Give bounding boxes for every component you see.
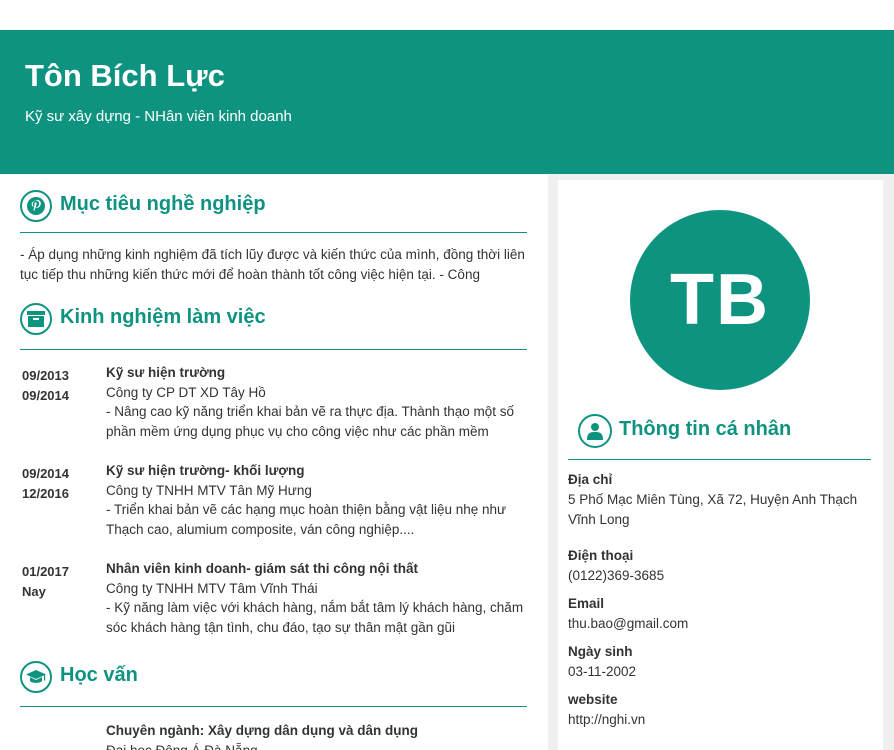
experience-role: Nhân viên kinh doanh- giám sát thi công …: [106, 561, 419, 576]
objective-divider: [20, 232, 527, 233]
dob-value: 03-11-2002: [568, 664, 637, 679]
experience-divider: [20, 349, 527, 350]
personal-info-title: Thông tin cá nhân: [619, 418, 792, 440]
experience-start-date: 09/2014: [22, 466, 69, 481]
dob-label: Ngày sinh: [568, 644, 633, 659]
experience-description: - Triển khai bản vẽ các hạng mục hoàn th…: [106, 502, 507, 537]
experience-role: Kỹ sư hiện trường- khối lượng: [106, 463, 305, 478]
dob-field: Ngày sinh 03-11-2002: [568, 642, 878, 682]
experience-description: - Nâng cao kỹ năng triển khai bản vẽ ra …: [106, 404, 515, 439]
experience-end-date: Nay: [22, 584, 46, 599]
experience-company: Công ty TNHH MTV Tân Mỹ Hưng: [106, 482, 312, 498]
experience-role: Kỹ sư hiện trường: [106, 365, 226, 380]
candidate-name: Tôn Bích Lực: [25, 58, 225, 93]
objective-text: - Áp dụng những kinh nghiệm đã tích lũy …: [20, 247, 525, 282]
personal-info-header: Thông tin cá nhân: [578, 414, 878, 448]
education-school: Đại học Đông Á Đà Nẵng: [106, 742, 258, 750]
education-section-header: Học vấn: [20, 661, 527, 693]
header-banner: Tôn Bích Lực Kỹ sư xây dựng - NHân viên …: [0, 30, 894, 174]
education-title: Học vấn: [60, 664, 138, 686]
address-value: 5 Phố Mạc Miên Tùng, Xã 72, Huyện Anh Th…: [568, 492, 858, 527]
graduation-cap-icon: [20, 661, 52, 693]
candidate-title: Kỹ sư xây dựng - NHân viên kinh doanh: [25, 108, 292, 125]
experience-end-date: 09/2014: [22, 388, 69, 403]
website-label: website: [568, 692, 618, 707]
address-label: Địa chỉ: [568, 472, 613, 487]
avatar: TB: [630, 210, 810, 390]
website-value: http://nghi.vn: [568, 712, 646, 727]
phone-value: (0122)369-3685: [568, 568, 665, 583]
email-value: thu.bao@gmail.com: [568, 616, 689, 631]
objective-section-header: Mục tiêu nghề nghiệp: [20, 190, 527, 222]
address-field: Địa chỉ 5 Phố Mạc Miên Tùng, Xã 72, Huyệ…: [568, 470, 878, 530]
user-icon: [578, 414, 612, 448]
personal-info-divider: [568, 459, 871, 460]
objective-title: Mục tiêu nghề nghiệp: [60, 193, 266, 215]
experience-company: Công ty TNHH MTV Tâm Vĩnh Thái: [106, 580, 318, 596]
experience-section-header: Kinh nghiệm làm việc: [20, 303, 527, 335]
education-item: Chuyên ngành: Xây dựng dân dụng và dân d…: [106, 721, 526, 750]
email-field: Email thu.bao@gmail.com: [568, 594, 878, 634]
experience-start-date: 09/2013: [22, 368, 69, 383]
phone-label: Điện thoại: [568, 548, 634, 563]
experience-start-date: 01/2017: [22, 564, 69, 579]
website-field: website http://nghi.vn: [568, 690, 878, 730]
experience-description: - Kỹ năng làm việc với khách hàng, nắm b…: [106, 600, 524, 635]
main-column: Mục tiêu nghề nghiệp - Áp dụng những kin…: [0, 174, 548, 750]
archive-icon: [20, 303, 52, 335]
sidebar: TB Thông tin cá nhân Địa chỉ 5 Phố Mạc M…: [548, 174, 894, 750]
education-divider: [20, 706, 527, 707]
experience-title: Kinh nghiệm làm việc: [60, 306, 266, 328]
experience-end-date: 12/2016: [22, 486, 69, 501]
experience-company: Công ty CP DT XD Tây Hồ: [106, 384, 266, 400]
sidebar-card: TB Thông tin cá nhân Địa chỉ 5 Phố Mạc M…: [558, 180, 883, 750]
phone-field: Điện thoại (0122)369-3685: [568, 546, 878, 586]
pinterest-icon: [20, 190, 52, 222]
email-label: Email: [568, 596, 605, 611]
education-major: Chuyên ngành: Xây dựng dân dụng và dân d…: [106, 723, 419, 738]
